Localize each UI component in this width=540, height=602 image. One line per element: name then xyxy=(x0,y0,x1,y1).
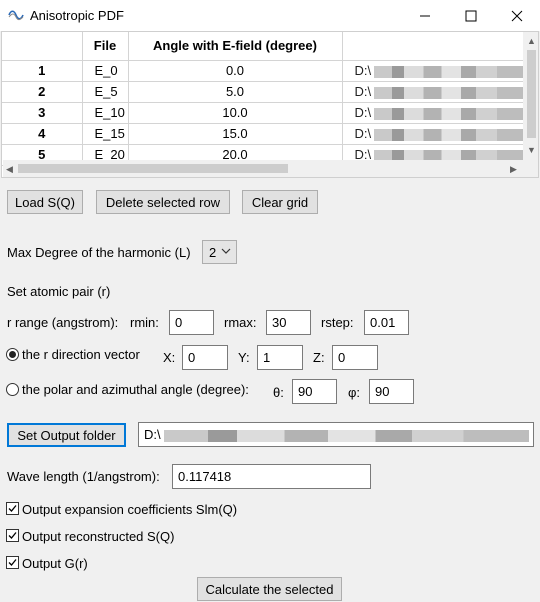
vertical-scroll-thumb[interactable] xyxy=(527,50,536,138)
file-cell[interactable]: E_5 xyxy=(82,81,129,103)
row-header[interactable]: 2 xyxy=(2,81,83,103)
y-label: Y: xyxy=(238,350,250,365)
path-cell[interactable]: D:\ xyxy=(342,60,528,82)
direction-vector-radio[interactable] xyxy=(6,348,19,361)
z-input[interactable]: 0 xyxy=(332,345,378,370)
checkmark-icon xyxy=(8,559,17,566)
column-header-angle[interactable]: Angle with E-field (degree) xyxy=(128,32,343,61)
harmonic-select[interactable]: 2 xyxy=(202,240,237,264)
redacted-path xyxy=(374,128,525,141)
scroll-up-icon[interactable]: ▲ xyxy=(527,36,536,46)
output-slm-label[interactable]: Output expansion coefficients Slm(Q) xyxy=(22,502,237,517)
redacted-path xyxy=(374,107,525,120)
minimize-button[interactable] xyxy=(402,0,448,31)
column-header-path[interactable] xyxy=(342,32,528,61)
calculate-selected-button[interactable]: Calculate the selected xyxy=(197,577,342,601)
output-gr-label[interactable]: Output G(r) xyxy=(22,556,88,571)
wavelength-label: Wave length (1/angstrom): xyxy=(7,469,160,484)
horizontal-scrollbar[interactable]: ◀ ▶ xyxy=(3,160,524,177)
harmonic-label: Max Degree of the harmonic (L) xyxy=(7,245,191,260)
corner-header[interactable] xyxy=(2,32,83,61)
rmax-input[interactable]: 30 xyxy=(266,310,311,335)
polar-angle-label[interactable]: the polar and azimuthal angle (degree): xyxy=(22,382,249,397)
delete-selected-row-button[interactable]: Delete selected row xyxy=(96,190,230,214)
rstep-label: rstep: xyxy=(321,315,354,330)
path-text: D:\ xyxy=(354,105,372,120)
direction-vector-label[interactable]: the r direction vector xyxy=(22,347,140,362)
phi-input[interactable]: 90 xyxy=(369,379,414,404)
horizontal-scroll-thumb[interactable] xyxy=(18,164,288,173)
angle-cell[interactable]: 5.0 xyxy=(128,81,343,103)
file-grid[interactable]: File Angle with E-field (degree) 1 E_0 0… xyxy=(1,31,539,178)
wavelength-input[interactable]: 0.117418 xyxy=(172,464,371,489)
file-cell[interactable]: E_10 xyxy=(82,102,129,124)
redacted-path xyxy=(374,86,525,99)
table-row[interactable]: 1 E_0 0.0 D:\ xyxy=(2,60,528,82)
output-gr-checkbox[interactable] xyxy=(6,556,19,569)
phi-label: φ: xyxy=(348,385,361,400)
x-label: X: xyxy=(163,350,176,365)
angle-cell[interactable]: 15.0 xyxy=(128,123,343,145)
row-header[interactable]: 1 xyxy=(2,60,83,82)
rmax-label: rmax: xyxy=(224,315,257,330)
output-folder-input[interactable]: D:\ xyxy=(138,422,534,447)
clear-grid-button[interactable]: Clear grid xyxy=(242,190,318,214)
polar-angle-radio[interactable] xyxy=(6,383,19,396)
atomic-pair-label: Set atomic pair (r) xyxy=(7,284,111,299)
output-sq-label[interactable]: Output reconstructed S(Q) xyxy=(22,529,174,544)
table-row[interactable]: 4 E_15 15.0 D:\ xyxy=(2,123,528,145)
path-cell[interactable]: D:\ xyxy=(342,81,528,103)
title-bar: Anisotropic PDF xyxy=(0,0,540,31)
maximize-button[interactable] xyxy=(448,0,494,31)
r-range-label: r range (angstrom): xyxy=(7,315,119,330)
path-text: D:\ xyxy=(354,63,372,78)
chevron-down-icon xyxy=(221,248,231,254)
rstep-input[interactable]: 0.01 xyxy=(364,310,409,335)
path-text: D:\ xyxy=(354,126,372,141)
path-cell[interactable]: D:\ xyxy=(342,123,528,145)
scroll-down-icon[interactable]: ▼ xyxy=(527,145,536,155)
theta-input[interactable]: 90 xyxy=(292,379,337,404)
maximize-icon xyxy=(465,10,477,21)
scroll-right-icon[interactable]: ▶ xyxy=(510,164,517,174)
grid-table: File Angle with E-field (degree) 1 E_0 0… xyxy=(2,32,528,166)
column-header-file[interactable]: File xyxy=(82,32,129,61)
table-row[interactable]: 3 E_10 10.0 D:\ xyxy=(2,102,528,124)
harmonic-value: 2 xyxy=(209,245,217,260)
x-input[interactable]: 0 xyxy=(182,345,228,370)
file-cell[interactable]: E_0 xyxy=(82,60,129,82)
file-cell[interactable]: E_15 xyxy=(82,123,129,145)
rmin-label: rmin: xyxy=(130,315,159,330)
load-sq-button[interactable]: Load S(Q) xyxy=(7,190,83,214)
theta-label: θ: xyxy=(273,385,284,400)
output-sq-checkbox[interactable] xyxy=(6,529,19,542)
path-text: D:\ xyxy=(354,84,372,99)
rmin-input[interactable]: 0 xyxy=(169,310,214,335)
app-icon xyxy=(8,10,24,21)
output-path-text: D:\ xyxy=(144,427,161,442)
set-output-folder-button[interactable]: Set Output folder xyxy=(7,423,126,447)
close-button[interactable] xyxy=(494,0,540,31)
vertical-scrollbar[interactable]: ▲ ▼ xyxy=(523,32,538,177)
angle-cell[interactable]: 10.0 xyxy=(128,102,343,124)
row-header[interactable]: 3 xyxy=(2,102,83,124)
path-cell[interactable]: D:\ xyxy=(342,102,528,124)
scroll-left-icon[interactable]: ◀ xyxy=(6,164,13,174)
redacted-path xyxy=(163,429,529,442)
redacted-path xyxy=(374,65,525,78)
angle-cell[interactable]: 0.0 xyxy=(128,60,343,82)
row-header[interactable]: 4 xyxy=(2,123,83,145)
close-icon xyxy=(511,10,523,21)
checkmark-icon xyxy=(8,505,17,512)
y-input[interactable]: 1 xyxy=(257,345,303,370)
checkmark-icon xyxy=(8,532,17,539)
minimize-icon xyxy=(420,15,430,16)
table-row[interactable]: 2 E_5 5.0 D:\ xyxy=(2,81,528,103)
window-title: Anisotropic PDF xyxy=(30,8,124,23)
z-label: Z: xyxy=(313,350,325,365)
output-slm-checkbox[interactable] xyxy=(6,502,19,515)
